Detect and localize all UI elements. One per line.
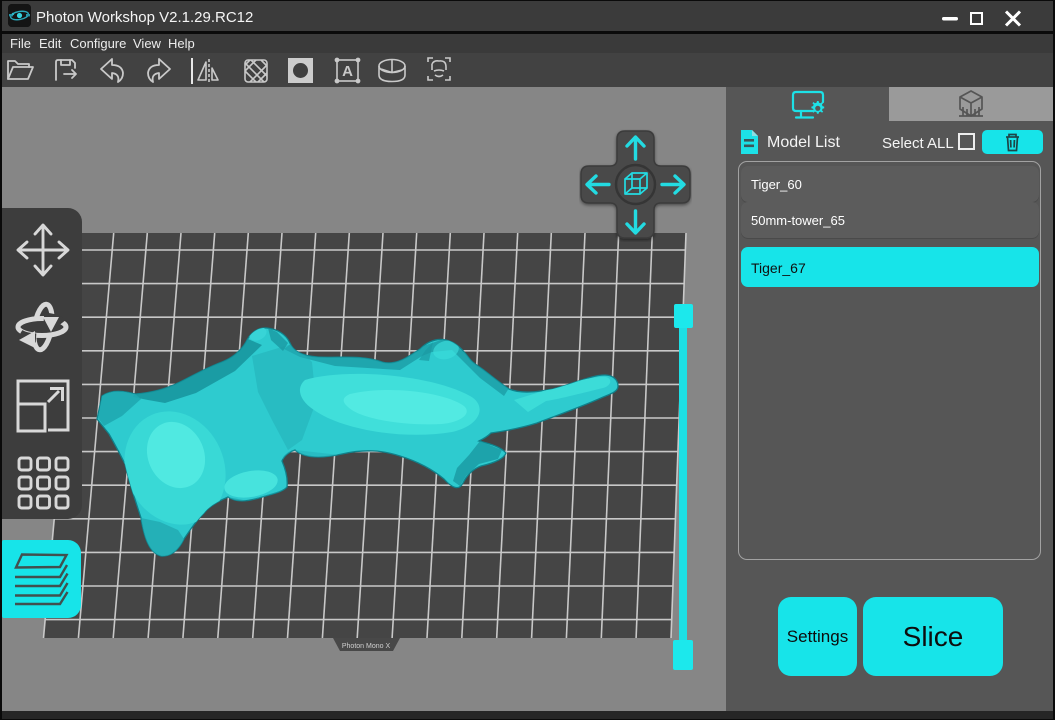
svg-text:Photon Mono X: Photon Mono X (342, 643, 391, 650)
svg-text:A: A (342, 63, 353, 80)
